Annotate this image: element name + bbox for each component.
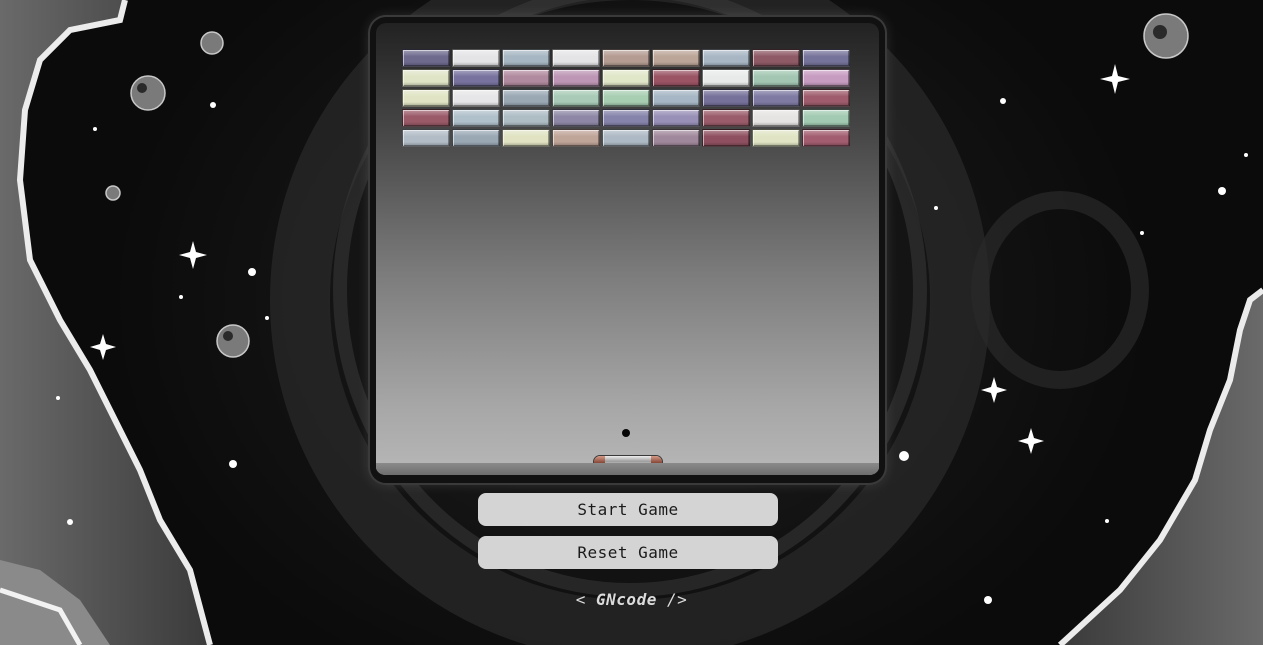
brick	[602, 129, 650, 147]
brick	[652, 109, 700, 127]
brick	[402, 109, 450, 127]
brick	[502, 49, 550, 67]
brick	[502, 89, 550, 107]
brick	[402, 89, 450, 107]
brick	[602, 69, 650, 87]
game-frame	[370, 17, 885, 483]
brick	[652, 89, 700, 107]
brick	[452, 109, 500, 127]
credit-brand: GNcode	[596, 590, 657, 609]
brick	[802, 109, 850, 127]
brick	[502, 69, 550, 87]
game-canvas[interactable]	[376, 23, 879, 475]
brick	[552, 109, 600, 127]
brick	[702, 129, 750, 147]
brick	[602, 89, 650, 107]
brick	[752, 89, 800, 107]
brick	[502, 109, 550, 127]
brick	[652, 69, 700, 87]
brick	[502, 129, 550, 147]
brick	[452, 69, 500, 87]
brick	[402, 49, 450, 67]
brick	[452, 89, 500, 107]
brick	[652, 49, 700, 67]
brick	[402, 129, 450, 147]
brick	[552, 129, 600, 147]
brick	[652, 129, 700, 147]
brick	[802, 49, 850, 67]
brick	[802, 129, 850, 147]
brick	[702, 109, 750, 127]
brick-grid	[402, 49, 850, 147]
brick	[752, 49, 800, 67]
credit-close-tag: />	[656, 590, 688, 609]
brick	[802, 69, 850, 87]
brick	[552, 89, 600, 107]
brick	[452, 129, 500, 147]
brick	[802, 89, 850, 107]
brick	[402, 69, 450, 87]
brick	[602, 49, 650, 67]
credit-open-tag: <	[575, 590, 597, 609]
brick	[752, 109, 800, 127]
brick	[452, 49, 500, 67]
brick	[702, 69, 750, 87]
brick	[752, 129, 800, 147]
game-page: Start Game Reset Game < GNcode />	[0, 0, 1263, 645]
start-game-button[interactable]: Start Game	[478, 493, 778, 526]
brick	[752, 69, 800, 87]
brick	[702, 89, 750, 107]
brick	[602, 109, 650, 127]
brick	[552, 69, 600, 87]
brick	[702, 49, 750, 67]
brick	[552, 49, 600, 67]
game-floor	[376, 463, 879, 475]
footer-credit[interactable]: < GNcode />	[0, 590, 1263, 609]
reset-game-button[interactable]: Reset Game	[478, 536, 778, 569]
ball	[622, 429, 630, 437]
